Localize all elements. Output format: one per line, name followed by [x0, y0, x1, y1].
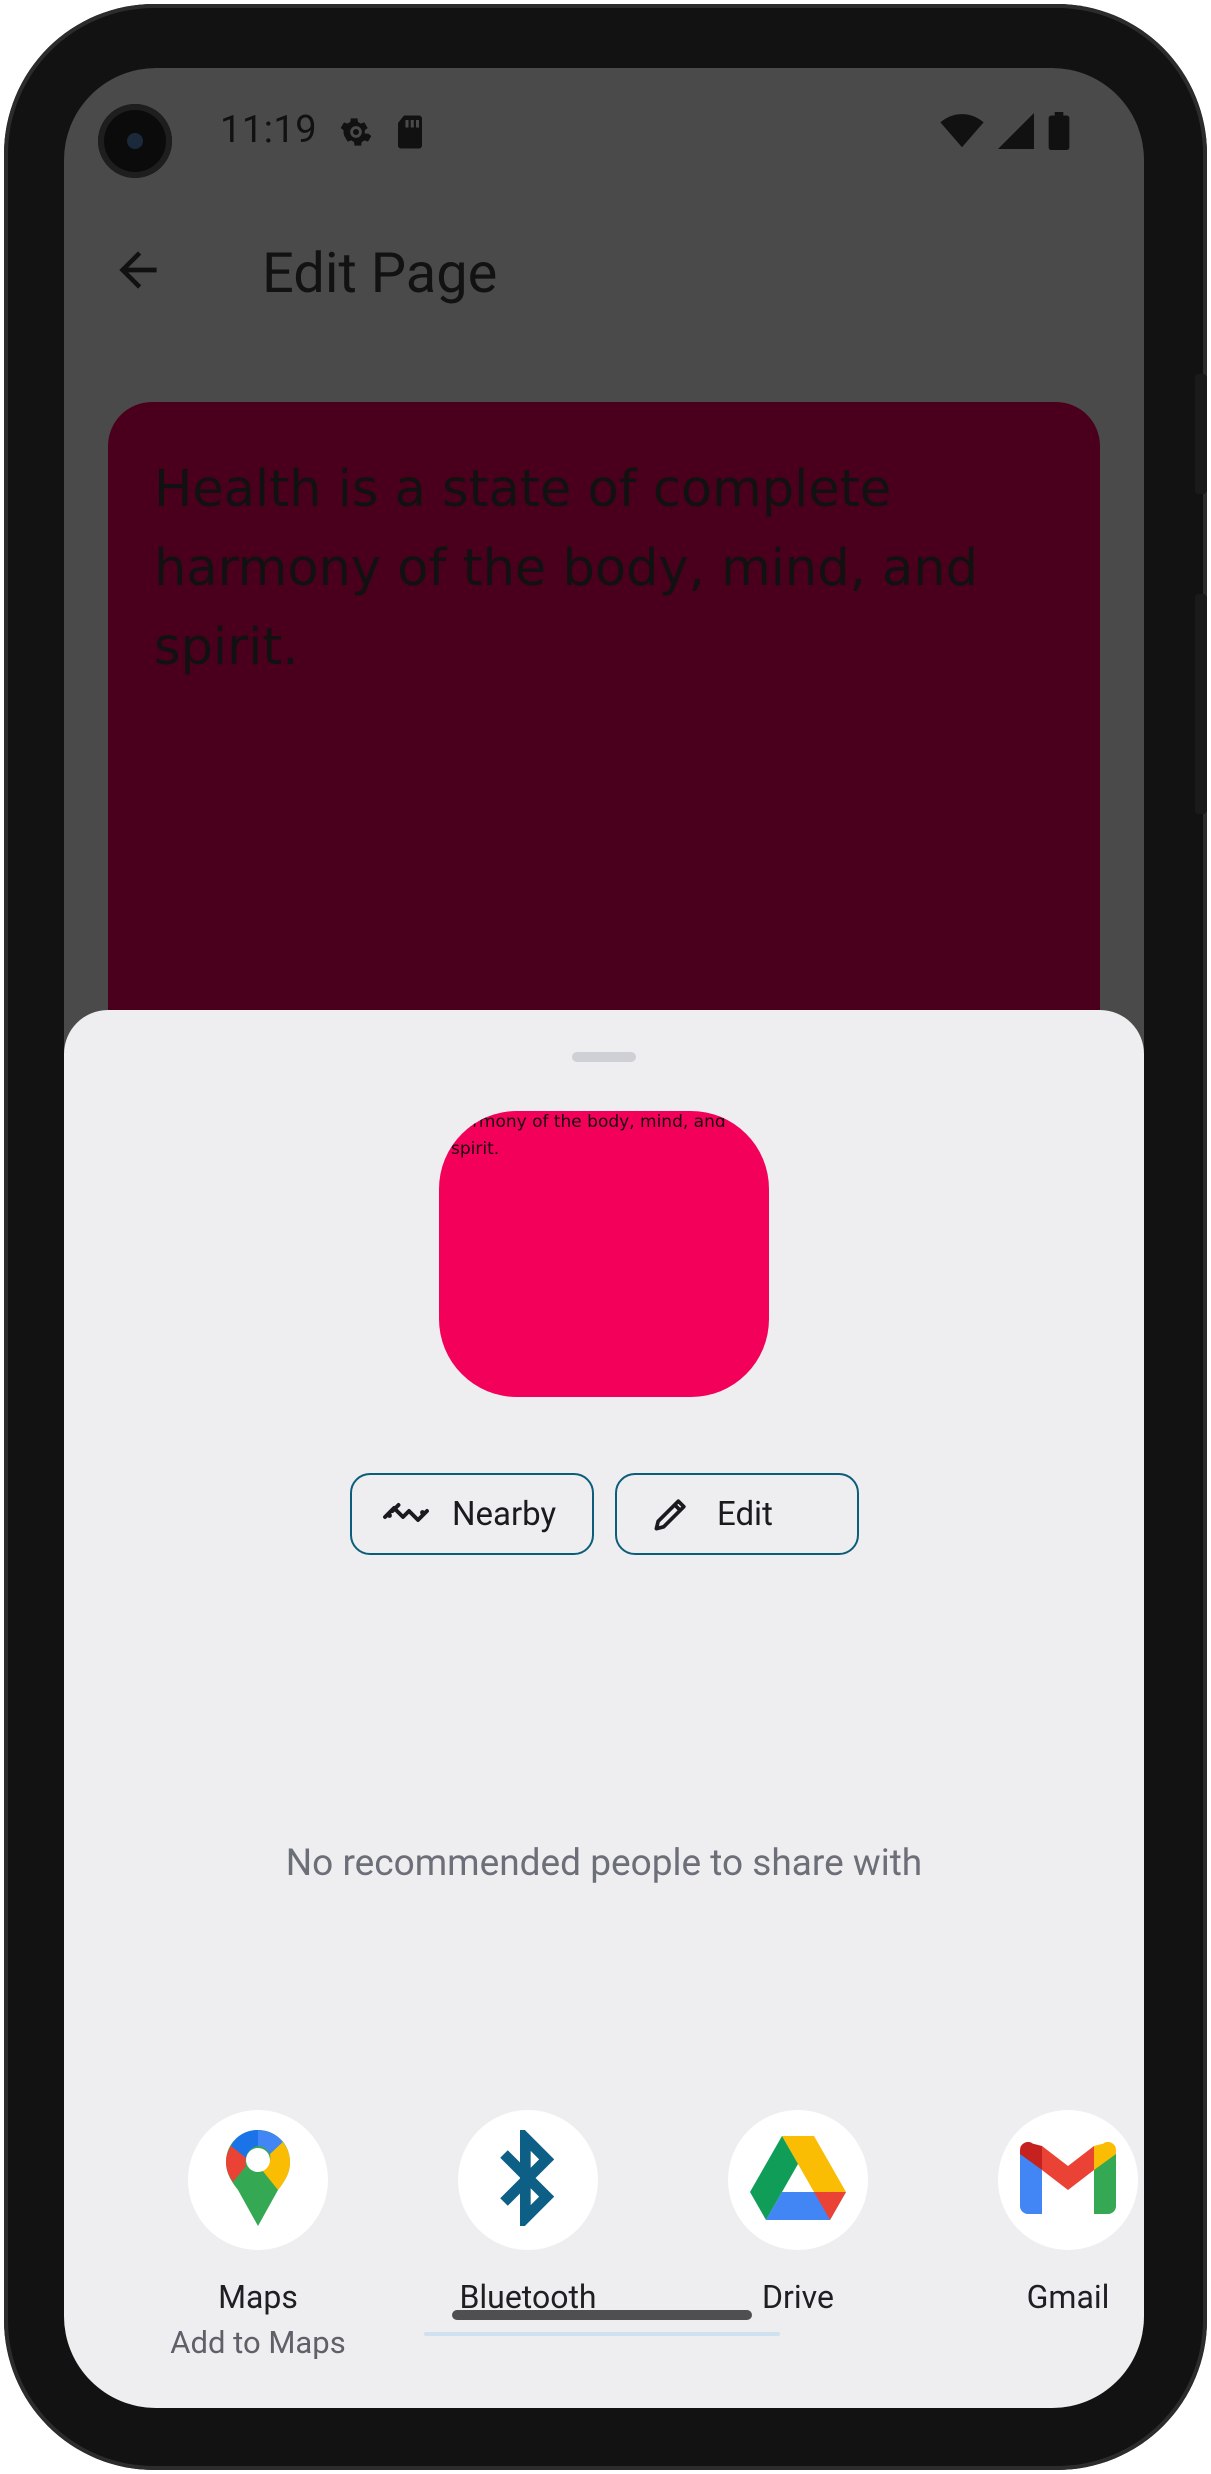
back-button[interactable]	[110, 242, 166, 298]
screen: 11:19 Edit Page Health is a state of com…	[64, 68, 1144, 2408]
edit-button[interactable]: Edit	[615, 1473, 859, 1555]
share-preview-text: harmony of the body, mind, and spirit.	[451, 1112, 726, 1159]
nearby-button[interactable]: Nearby	[350, 1473, 594, 1555]
share-target-name: Maps	[218, 2278, 298, 2316]
share-sheet: harmony of the body, mind, and spirit. N…	[64, 1010, 1144, 2408]
bluetooth-icon-circle	[458, 2110, 598, 2250]
status-icons-right	[940, 112, 1070, 154]
battery-icon	[1048, 112, 1070, 154]
arrow-left-icon	[110, 251, 166, 302]
share-target-name: Gmail	[1026, 2278, 1110, 2316]
phone-frame: 11:19 Edit Page Health is a state of com…	[4, 4, 1207, 2470]
cell-signal-icon	[998, 113, 1034, 153]
gmail-icon	[1020, 2142, 1116, 2218]
share-target-bluetooth[interactable]: Bluetooth	[418, 2110, 638, 2316]
front-camera	[98, 104, 172, 178]
wifi-icon	[940, 113, 984, 153]
power-button	[1195, 594, 1207, 814]
share-target-maps[interactable]: Maps Add to Maps	[148, 2110, 368, 2361]
drive-icon-circle	[728, 2110, 868, 2250]
quote-text: Health is a state of complete harmony of…	[154, 460, 978, 677]
page-title: Edit Page	[262, 240, 498, 306]
sd-card-icon	[394, 114, 426, 154]
bluetooth-icon	[496, 2125, 560, 2231]
no-recommendations-message: No recommended people to share with	[285, 1842, 923, 1885]
maps-icon-circle	[188, 2110, 328, 2250]
status-time: 11:19	[220, 108, 318, 152]
nearby-share-icon	[382, 1490, 430, 1538]
share-target-gmail[interactable]: Gmail	[958, 2110, 1144, 2316]
edit-label: Edit	[717, 1494, 773, 1534]
google-maps-icon	[218, 2126, 298, 2234]
share-target-drive[interactable]: Drive	[688, 2110, 908, 2316]
nearby-label: Nearby	[452, 1494, 557, 1534]
share-target-subtitle: Add to Maps	[170, 2324, 346, 2361]
gmail-icon-circle	[998, 2110, 1138, 2250]
drag-handle[interactable]	[572, 1052, 636, 1062]
settings-gear-icon	[336, 112, 376, 156]
share-preview-thumbnail: harmony of the body, mind, and spirit.	[439, 1111, 769, 1397]
nav-bar-underline	[424, 2332, 780, 2336]
gesture-nav-bar[interactable]	[452, 2310, 752, 2320]
status-icons-left	[336, 112, 426, 156]
pencil-icon	[647, 1490, 695, 1538]
google-drive-icon	[750, 2135, 846, 2225]
volume-button	[1195, 374, 1207, 494]
